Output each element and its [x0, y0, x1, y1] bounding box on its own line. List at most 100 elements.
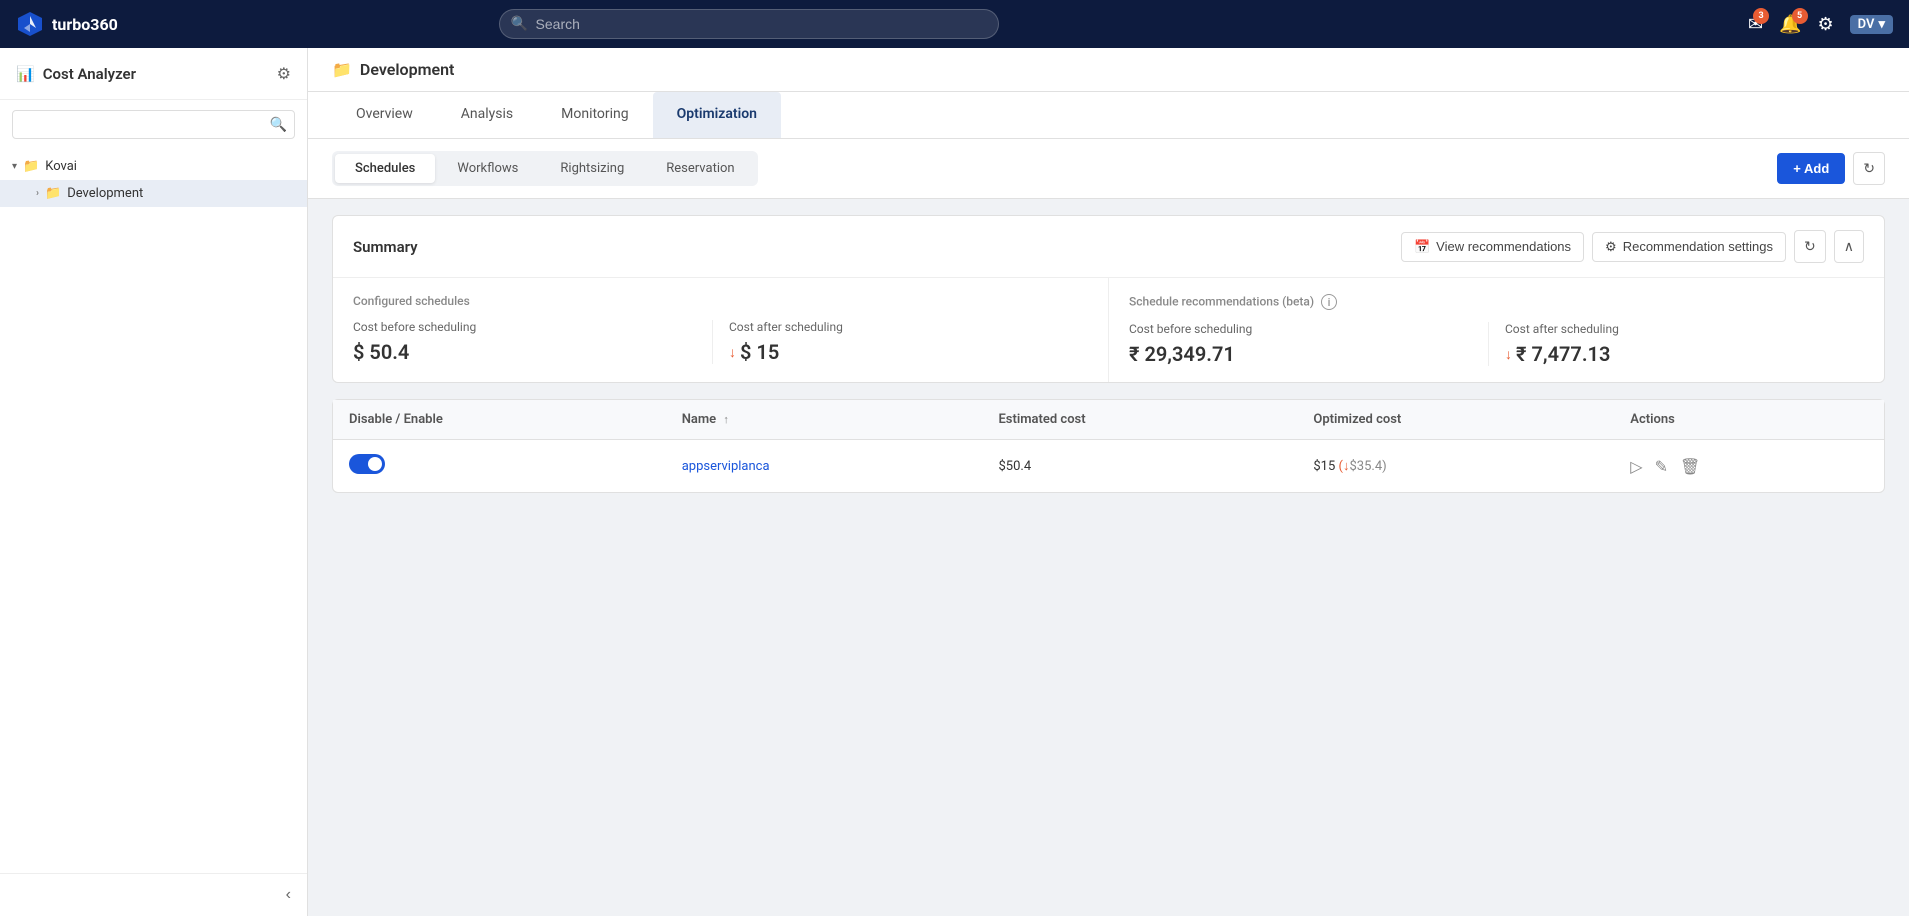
sub-tabs: Schedules Workflows Rightsizing Reservat…: [332, 151, 758, 186]
cell-estimated-cost: $50.4: [982, 440, 1297, 493]
refresh-button[interactable]: ↻: [1853, 152, 1885, 185]
main-tabs: Overview Analysis Monitoring Optimizatio…: [308, 92, 1909, 139]
table-row: appserviplanca $50.4 $15 (↓$35.4): [333, 440, 1884, 493]
content-area: Summary 📅 View recommendations ⚙ Recomme…: [308, 199, 1909, 916]
app-name: turbo360: [52, 15, 118, 34]
page-header: 📁 Development: [308, 48, 1909, 92]
tab-monitoring[interactable]: Monitoring: [537, 92, 653, 138]
chevron-right-icon: ›: [36, 188, 39, 199]
rec-cost-after-label: Cost after scheduling: [1505, 322, 1848, 336]
cell-actions: ▷ ✎ 🗑: [1614, 440, 1884, 493]
sidebar-settings-icon[interactable]: ⚙: [277, 64, 291, 83]
rec-cost-after-amount: ₹ 7,477.13: [1516, 342, 1610, 366]
rec-cost-after-value: ↓ ₹ 7,477.13: [1505, 342, 1848, 366]
sidebar-title-text: Cost Analyzer: [43, 65, 136, 83]
tab-analysis[interactable]: Analysis: [437, 92, 537, 138]
sub-tabs-actions: + Add ↻: [1777, 152, 1885, 185]
app-body: 📊 Cost Analyzer ⚙ 🔍 ▾ 📁 Kovai › 📁 Develo…: [0, 48, 1909, 916]
sidebar-search[interactable]: 🔍: [0, 100, 307, 149]
rec-cost-before-label: Cost before scheduling: [1129, 322, 1472, 336]
cell-name: appserviplanca: [666, 440, 983, 493]
cost-before-value: $ 50.4: [353, 340, 696, 364]
folder-icon-development: 📁: [45, 186, 61, 201]
alerts-button[interactable]: 🔔 5: [1779, 14, 1801, 35]
sub-tab-workflows[interactable]: Workflows: [437, 154, 538, 183]
cost-after-scheduling-recommended: Cost after scheduling ↓ ₹ 7,477.13: [1488, 322, 1864, 366]
summary-actions: 📅 View recommendations ⚙ Recommendation …: [1401, 230, 1864, 263]
cost-before-scheduling-configured: Cost before scheduling $ 50.4: [353, 320, 712, 364]
tab-overview[interactable]: Overview: [332, 92, 437, 138]
sidebar-search-input[interactable]: [12, 110, 295, 139]
sidebar-item-development[interactable]: › 📁 Development: [0, 180, 307, 207]
notifications-button[interactable]: ✉ 3: [1748, 14, 1763, 35]
cost-before-label: Cost before scheduling: [353, 320, 696, 334]
savings-text: (↓$35.4): [1339, 459, 1387, 474]
calendar-icon: 📅: [1414, 239, 1430, 255]
tab-optimization[interactable]: Optimization: [653, 92, 781, 138]
sub-tab-reservation[interactable]: Reservation: [646, 154, 754, 183]
summary-collapse-button[interactable]: ∧: [1834, 230, 1864, 263]
enable-toggle[interactable]: [349, 454, 385, 474]
view-recommendations-button[interactable]: 📅 View recommendations: [1401, 232, 1584, 262]
cost-analyzer-icon: 📊: [16, 65, 35, 83]
sidebar-item-kovai-label: Kovai: [45, 159, 77, 174]
recommendations-section: Schedule recommendations (beta) i Cost b…: [1108, 278, 1884, 382]
app-logo[interactable]: turbo360: [16, 10, 118, 38]
logo-icon: [16, 10, 44, 38]
alerts-badge: 5: [1792, 8, 1808, 24]
schedule-name-link[interactable]: appserviplanca: [682, 459, 770, 474]
col-estimated-cost: Estimated cost: [982, 400, 1297, 440]
run-action-icon[interactable]: ▷: [1630, 457, 1642, 476]
topnav-right-actions: ✉ 3 🔔 5 ⚙ DV ▾: [1748, 14, 1893, 35]
main-content: 📁 Development Overview Analysis Monitori…: [308, 48, 1909, 916]
search-bar[interactable]: 🔍: [499, 9, 999, 39]
cost-after-amount: $ 15: [740, 340, 779, 364]
cost-before-scheduling-recommended: Cost before scheduling ₹ 29,349.71: [1129, 322, 1488, 366]
col-disable-enable: Disable / Enable: [333, 400, 666, 440]
add-button[interactable]: + Add: [1777, 153, 1845, 184]
sidebar-collapse-button[interactable]: ‹: [278, 882, 299, 908]
edit-action-icon[interactable]: ✎: [1655, 457, 1668, 476]
sidebar: 📊 Cost Analyzer ⚙ 🔍 ▾ 📁 Kovai › 📁 Develo…: [0, 48, 308, 916]
sub-tab-rightsizing[interactable]: Rightsizing: [540, 154, 644, 183]
user-initials: DV: [1858, 17, 1875, 32]
schedules-table-card: Disable / Enable Name ↑ Estimated cost O…: [332, 399, 1885, 493]
sidebar-title: 📊 Cost Analyzer: [16, 65, 136, 83]
settings-button[interactable]: ⚙: [1818, 14, 1834, 35]
sub-tabs-bar: Schedules Workflows Rightsizing Reservat…: [308, 139, 1909, 199]
summary-refresh-button[interactable]: ↻: [1794, 230, 1826, 263]
notifications-badge: 3: [1753, 8, 1769, 24]
configured-metrics: Cost before scheduling $ 50.4 Cost after…: [353, 320, 1088, 364]
cost-after-scheduling-configured: Cost after scheduling ↓ $ 15: [712, 320, 1088, 364]
recommendations-section-title-text: Schedule recommendations (beta): [1129, 295, 1314, 309]
top-navigation: turbo360 🔍 ✉ 3 🔔 5 ⚙ DV ▾: [0, 0, 1909, 48]
user-chevron-icon: ▾: [1878, 17, 1885, 32]
recommendation-settings-button[interactable]: ⚙ Recommendation settings: [1592, 232, 1786, 262]
recommendations-metrics: Cost before scheduling ₹ 29,349.71 Cost …: [1129, 322, 1864, 366]
summary-body: Configured schedules Cost before schedul…: [333, 278, 1884, 382]
settings-icon: ⚙: [1605, 239, 1617, 255]
sidebar-header: 📊 Cost Analyzer ⚙: [0, 48, 307, 100]
sidebar-tree: ▾ 📁 Kovai › 📁 Development: [0, 149, 307, 873]
col-name[interactable]: Name ↑: [666, 400, 983, 440]
summary-card: Summary 📅 View recommendations ⚙ Recomme…: [332, 215, 1885, 383]
recommendation-settings-label: Recommendation settings: [1623, 239, 1773, 254]
toggle-slider: [349, 454, 385, 474]
cost-after-value: ↓ $ 15: [729, 340, 1072, 364]
folder-icon: 📁: [23, 159, 39, 174]
delete-action-icon[interactable]: 🗑: [1680, 457, 1700, 476]
search-input[interactable]: [499, 9, 999, 39]
action-icons: ▷ ✎ 🗑: [1630, 457, 1868, 476]
down-arrow-icon: ↓: [729, 344, 736, 361]
savings-amount: $35.4): [1349, 459, 1386, 474]
table-body: appserviplanca $50.4 $15 (↓$35.4): [333, 440, 1884, 493]
sidebar-item-kovai[interactable]: ▾ 📁 Kovai: [0, 153, 307, 180]
savings-arrow-icon: (↓: [1339, 459, 1350, 474]
info-icon[interactable]: i: [1321, 294, 1337, 310]
rec-cost-before-value: ₹ 29,349.71: [1129, 342, 1472, 366]
user-menu[interactable]: DV ▾: [1850, 15, 1893, 34]
sub-tab-schedules[interactable]: Schedules: [335, 154, 435, 183]
col-name-label: Name: [682, 412, 716, 427]
summary-header: Summary 📅 View recommendations ⚙ Recomme…: [333, 216, 1884, 278]
cell-toggle: [333, 440, 666, 493]
